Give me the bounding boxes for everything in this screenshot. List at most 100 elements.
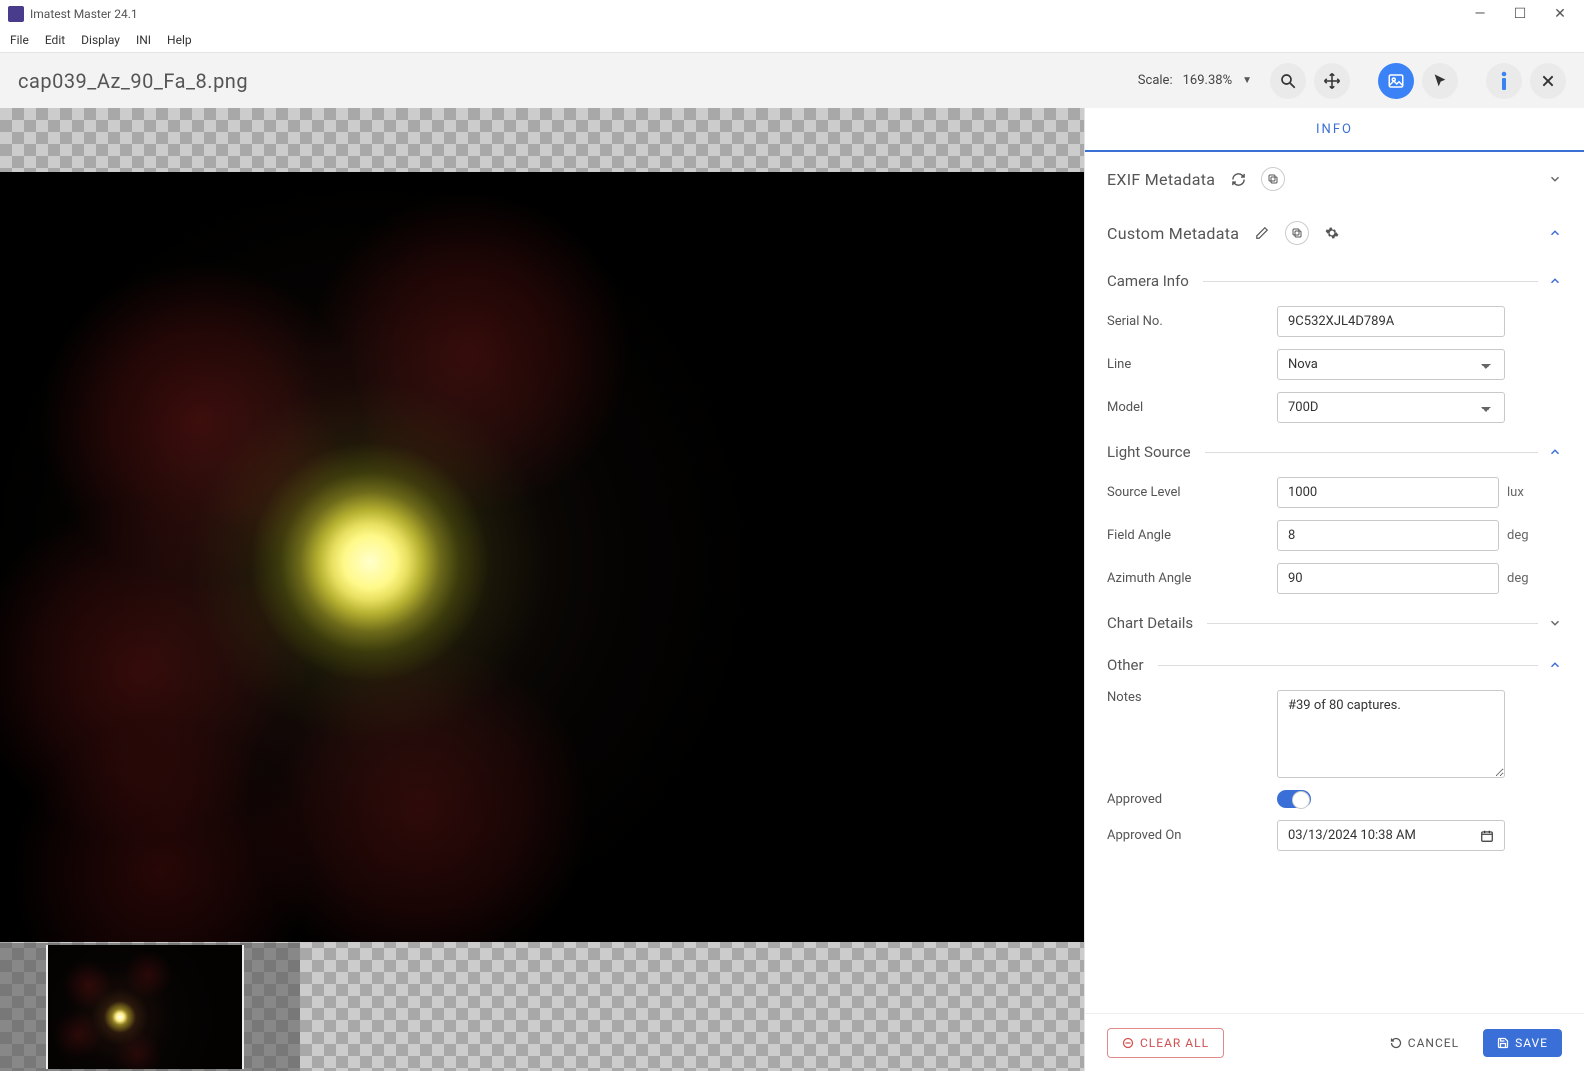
- toolbar: cap039_Az_90_Fa_8.png Scale: 169.38% ▼: [0, 52, 1584, 108]
- chevron-up-icon: [1548, 658, 1562, 672]
- scale-label: Scale:: [1138, 73, 1173, 88]
- other-header[interactable]: Other: [1107, 650, 1562, 684]
- line-select[interactable]: Nova: [1277, 349, 1505, 380]
- chart-chevron-icon[interactable]: [1548, 616, 1562, 630]
- light-chevron-icon[interactable]: [1548, 445, 1562, 459]
- notes-label: Notes: [1107, 690, 1277, 705]
- thumbnail-strip[interactable]: [0, 943, 300, 1071]
- chevron-down-icon: [1548, 172, 1562, 186]
- field-angle-input[interactable]: [1277, 520, 1499, 551]
- chevron-down-icon: [1548, 616, 1562, 630]
- approved-on-row: Approved On 03/13/2024 10:38 AM: [1107, 814, 1562, 857]
- panel-body: EXIF Metadata Custom Metadata: [1085, 152, 1584, 1013]
- zoom-tool-button[interactable]: [1270, 63, 1306, 99]
- clear-all-label: CLEAR ALL: [1140, 1036, 1209, 1050]
- pan-tool-button[interactable]: [1314, 63, 1350, 99]
- approved-on-label: Approved On: [1107, 828, 1277, 843]
- divider: [1158, 665, 1538, 666]
- save-icon: [1497, 1037, 1509, 1049]
- source-level-row: Source Level lux: [1107, 471, 1562, 514]
- menu-ini[interactable]: INI: [136, 33, 151, 47]
- menu-help[interactable]: Help: [167, 33, 192, 47]
- cancel-button[interactable]: CANCEL: [1376, 1029, 1473, 1057]
- chevron-up-icon: [1548, 445, 1562, 459]
- camera-info-header[interactable]: Camera Info: [1107, 266, 1562, 300]
- refresh-icon: [1231, 172, 1246, 187]
- close-panel-button[interactable]: [1530, 63, 1566, 99]
- maximize-button[interactable]: ☐: [1512, 6, 1528, 22]
- undo-icon: [1390, 1037, 1402, 1049]
- source-level-input[interactable]: [1277, 477, 1499, 508]
- custom-metadata-header[interactable]: Custom Metadata: [1085, 206, 1584, 260]
- save-button[interactable]: SAVE: [1483, 1029, 1562, 1057]
- image-mode-button[interactable]: [1378, 63, 1414, 99]
- scale-dropdown-icon[interactable]: ▼: [1242, 75, 1252, 86]
- pencil-icon: [1255, 226, 1269, 240]
- main: INFO EXIF Metadata Custom Metadata: [0, 108, 1584, 1071]
- source-level-unit: lux: [1507, 485, 1524, 500]
- info-panel: INFO EXIF Metadata Custom Metadata: [1084, 108, 1584, 1071]
- source-level-label: Source Level: [1107, 485, 1277, 500]
- image-viewer[interactable]: [0, 108, 1084, 1071]
- azimuth-unit: deg: [1507, 571, 1529, 586]
- light-source-section: Light Source Source Level lux Field Angl…: [1085, 431, 1584, 602]
- custom-chevron-icon[interactable]: [1548, 226, 1562, 240]
- menu-file[interactable]: File: [10, 33, 29, 47]
- model-select[interactable]: 700D: [1277, 392, 1505, 423]
- gear-icon: [1325, 226, 1339, 240]
- light-source-header[interactable]: Light Source: [1107, 437, 1562, 471]
- scale-value[interactable]: 169.38%: [1183, 73, 1232, 88]
- clear-all-button[interactable]: CLEAR ALL: [1107, 1028, 1224, 1058]
- other-section: Other Notes Approved Approved On: [1085, 644, 1584, 859]
- azimuth-input[interactable]: [1277, 563, 1499, 594]
- field-angle-row: Field Angle deg: [1107, 514, 1562, 557]
- divider: [1207, 623, 1538, 624]
- exif-section-header[interactable]: EXIF Metadata: [1085, 152, 1584, 206]
- image-content: [0, 172, 1084, 942]
- approved-on-value: 03/13/2024 10:38 AM: [1288, 828, 1416, 843]
- exif-chevron-icon[interactable]: [1548, 172, 1562, 186]
- pointer-icon: [1432, 73, 1448, 89]
- menu-display[interactable]: Display: [81, 33, 120, 47]
- thumbnail[interactable]: [46, 945, 244, 1069]
- titlebar: Imatest Master 24.1 ― ☐ ✕: [0, 0, 1584, 28]
- info-tab[interactable]: INFO: [1085, 108, 1584, 152]
- light-source-title: Light Source: [1107, 443, 1191, 461]
- exif-title: EXIF Metadata: [1107, 170, 1215, 189]
- field-angle-unit: deg: [1507, 528, 1529, 543]
- magnifier-icon: [1279, 72, 1297, 90]
- close-icon: [1540, 73, 1556, 89]
- calendar-icon: [1480, 829, 1494, 843]
- approved-on-input[interactable]: 03/13/2024 10:38 AM: [1277, 820, 1505, 851]
- window-title: Imatest Master 24.1: [30, 7, 1472, 21]
- divider: [1205, 452, 1538, 453]
- minimize-button[interactable]: ―: [1472, 6, 1488, 22]
- settings-custom-button[interactable]: [1319, 220, 1345, 246]
- notes-textarea[interactable]: [1277, 690, 1505, 778]
- chart-details-section: Chart Details: [1085, 602, 1584, 644]
- serial-input[interactable]: [1277, 306, 1505, 337]
- chart-details-header[interactable]: Chart Details: [1107, 608, 1562, 642]
- copy-icon: [1267, 173, 1279, 185]
- edit-custom-button[interactable]: [1249, 220, 1275, 246]
- close-button[interactable]: ✕: [1552, 6, 1568, 22]
- filename-label: cap039_Az_90_Fa_8.png: [18, 69, 248, 93]
- copy-exif-button[interactable]: [1261, 167, 1285, 191]
- other-title: Other: [1107, 656, 1144, 674]
- copy-custom-button[interactable]: [1285, 221, 1309, 245]
- image-canvas[interactable]: [0, 172, 1084, 942]
- line-label: Line: [1107, 357, 1277, 372]
- serial-label: Serial No.: [1107, 314, 1277, 329]
- chart-details-title: Chart Details: [1107, 614, 1193, 632]
- pointer-tool-button[interactable]: [1422, 63, 1458, 99]
- other-chevron-icon[interactable]: [1548, 658, 1562, 672]
- approved-label: Approved: [1107, 792, 1277, 807]
- chevron-up-icon: [1548, 274, 1562, 288]
- approved-toggle[interactable]: [1277, 790, 1311, 808]
- serial-row: Serial No.: [1107, 300, 1562, 343]
- info-panel-button[interactable]: [1486, 63, 1522, 99]
- menu-edit[interactable]: Edit: [45, 33, 65, 47]
- camera-chevron-icon[interactable]: [1548, 274, 1562, 288]
- refresh-exif-button[interactable]: [1225, 166, 1251, 192]
- info-icon: [1499, 71, 1509, 91]
